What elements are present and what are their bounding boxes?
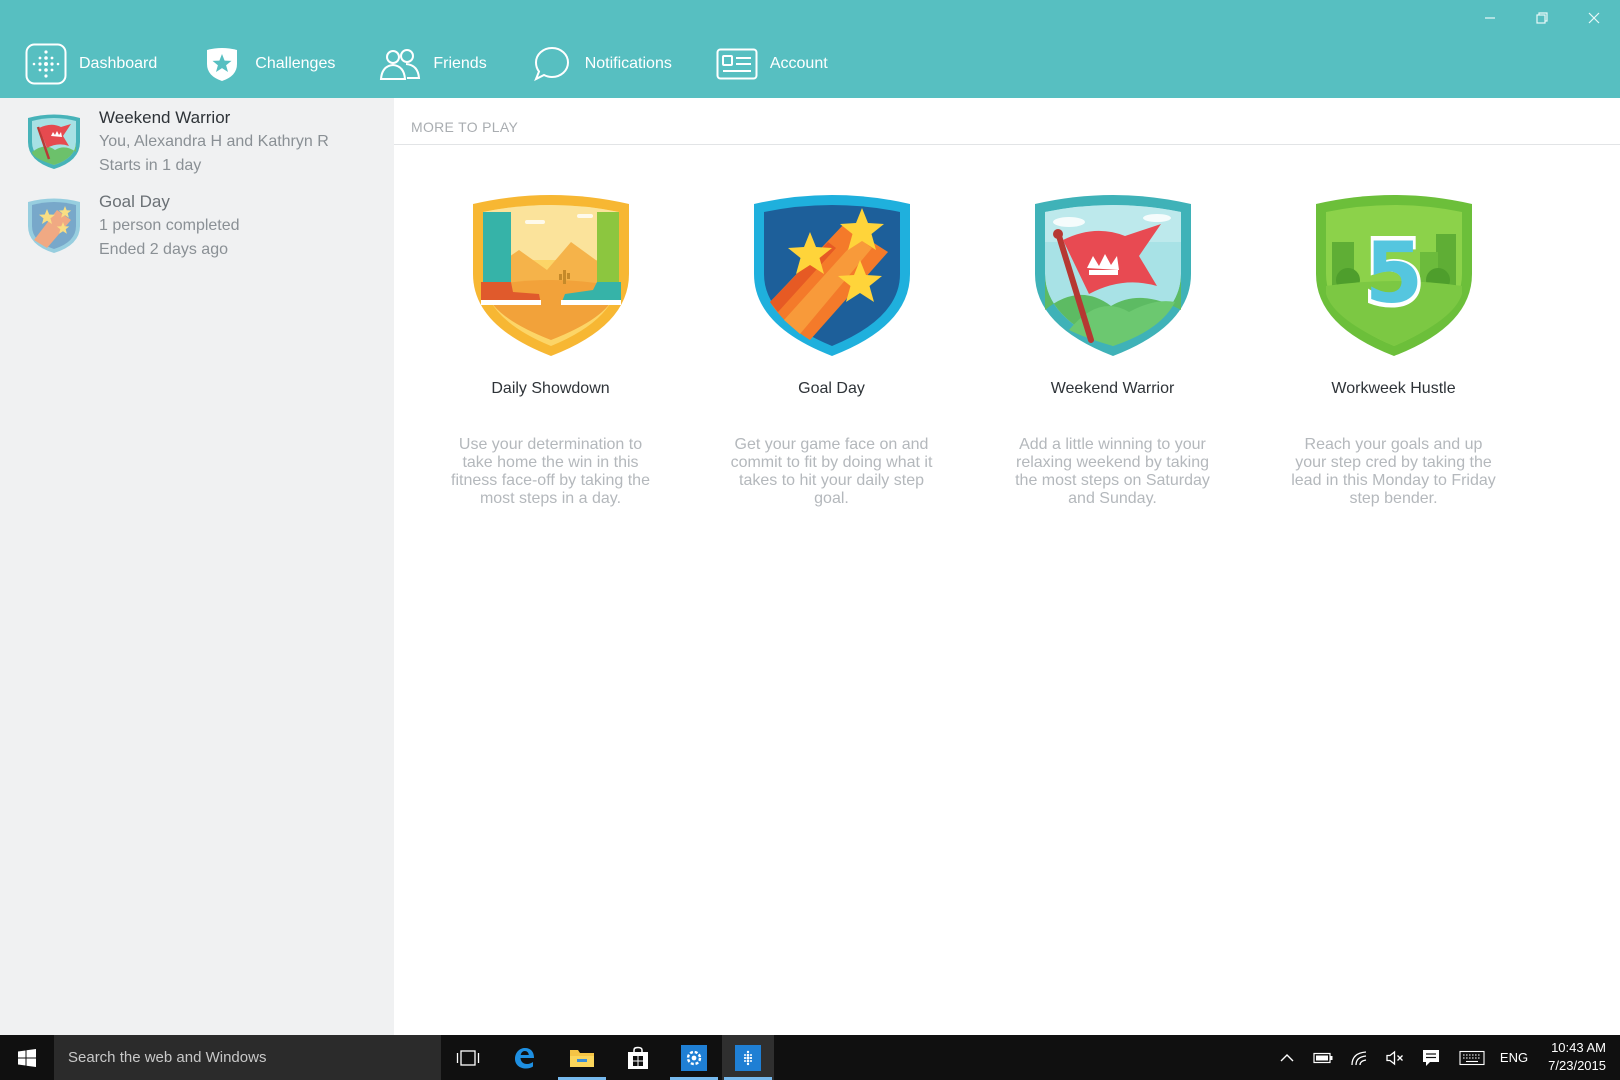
weekend-warrior-badge-icon bbox=[28, 114, 80, 169]
window-controls bbox=[1464, 0, 1620, 36]
challenge-cards: Daily Showdown Use your determination to… bbox=[410, 190, 1534, 508]
sidebar-challenge-item[interactable]: Weekend Warrior You, Alexandra H and Kat… bbox=[0, 98, 394, 178]
windows-taskbar: Search the web and Windows ENG 10:43 AM … bbox=[0, 1035, 1620, 1080]
task-view-icon bbox=[456, 1049, 480, 1066]
sidebar-challenge-participants: 1 person completed bbox=[99, 217, 240, 234]
input-language-button[interactable]: ENG bbox=[1496, 1035, 1532, 1080]
keyboard-icon bbox=[1459, 1050, 1485, 1065]
challenge-card-title: Weekend Warrior bbox=[1050, 380, 1175, 397]
taskbar-clock[interactable]: 10:43 AM 7/23/2015 bbox=[1548, 1039, 1606, 1075]
section-header: MORE TO PLAY bbox=[394, 98, 1620, 145]
minimize-button[interactable] bbox=[1464, 0, 1516, 36]
settings-button[interactable] bbox=[668, 1035, 720, 1080]
chevron-up-icon bbox=[1280, 1053, 1294, 1061]
show-hidden-icons-button[interactable] bbox=[1272, 1035, 1302, 1080]
minimize-icon bbox=[1485, 17, 1495, 19]
challenge-card-goal-day[interactable]: Goal Day Get your game face on and commi… bbox=[691, 190, 972, 508]
sidebar-challenge-text: Goal Day 1 person completed Ended 2 days… bbox=[99, 190, 240, 262]
taskbar-search-box[interactable]: Search the web and Windows bbox=[54, 1035, 441, 1080]
workweek-hustle-badge-icon: 5 5 bbox=[1315, 195, 1472, 356]
challenge-card-weekend-warrior[interactable]: Weekend Warrior Add a little winning to … bbox=[972, 190, 1253, 508]
nav-account[interactable]: Account bbox=[716, 42, 828, 86]
close-button[interactable] bbox=[1568, 0, 1620, 36]
challenge-card-description: Reach your goals and up your step cred b… bbox=[1291, 436, 1496, 507]
close-icon bbox=[1588, 12, 1600, 24]
input-language-label: ENG bbox=[1499, 1050, 1529, 1065]
svg-text:5: 5 bbox=[1364, 224, 1422, 322]
store-bag-icon bbox=[628, 1046, 648, 1069]
task-view-button[interactable] bbox=[442, 1035, 494, 1080]
friends-icon bbox=[379, 43, 421, 85]
challenge-card-title: Daily Showdown bbox=[491, 380, 610, 397]
sidebar-challenge-title: Goal Day bbox=[99, 192, 170, 211]
touch-keyboard-button[interactable] bbox=[1454, 1035, 1490, 1080]
volume-muted-icon bbox=[1386, 1050, 1403, 1065]
battery-icon bbox=[1313, 1052, 1333, 1063]
challenge-card-description: Use your determination to take home the … bbox=[451, 436, 650, 507]
nav-friends-label: Friends bbox=[433, 55, 487, 72]
action-center-button[interactable] bbox=[1416, 1035, 1446, 1080]
fitbit-app-button[interactable] bbox=[722, 1035, 774, 1080]
edge-browser-button[interactable] bbox=[498, 1035, 550, 1080]
app-header: Dashboard Challenges Friends Notificatio… bbox=[0, 0, 1620, 98]
store-button[interactable] bbox=[612, 1035, 664, 1080]
taskbar-search-placeholder: Search the web and Windows bbox=[68, 1049, 267, 1066]
sidebar-challenge-participants: You, Alexandra H and Kathryn R bbox=[99, 133, 329, 150]
nav-friends[interactable]: Friends bbox=[379, 42, 487, 86]
nav-notifications[interactable]: Notifications bbox=[531, 42, 672, 86]
challenge-card-description: Add a little winning to your relaxing we… bbox=[1015, 436, 1210, 507]
sidebar-challenge-status: Ended 2 days ago bbox=[99, 241, 228, 258]
nav-notifications-label: Notifications bbox=[584, 55, 672, 72]
goal-day-badge-icon bbox=[28, 198, 80, 253]
settings-gear-icon bbox=[681, 1044, 707, 1071]
fitbit-app-icon bbox=[735, 1044, 761, 1071]
challenge-card-workweek-hustle[interactable]: 5 5 Workweek Hustle Reach your goals and… bbox=[1253, 190, 1534, 508]
restore-icon bbox=[1536, 12, 1548, 24]
challenge-card-description: Get your game face on and commit to fit … bbox=[730, 436, 933, 507]
file-explorer-icon bbox=[570, 1049, 594, 1067]
nav-account-label: Account bbox=[769, 55, 828, 72]
sidebar-challenge-status: Starts in 1 day bbox=[99, 157, 202, 174]
challenge-sidebar: Weekend Warrior You, Alexandra H and Kat… bbox=[0, 98, 394, 1035]
main-nav: Dashboard Challenges Friends Notificatio… bbox=[25, 42, 872, 86]
nav-challenges-label: Challenges bbox=[255, 55, 336, 72]
battery-button[interactable] bbox=[1308, 1035, 1338, 1080]
challenges-star-badge-icon bbox=[201, 43, 243, 85]
nav-challenges[interactable]: Challenges bbox=[201, 42, 335, 86]
challenge-card-title: Workweek Hustle bbox=[1331, 380, 1456, 397]
goal-day-badge-icon bbox=[753, 195, 910, 356]
sidebar-challenge-title: Weekend Warrior bbox=[99, 108, 231, 127]
nav-dashboard[interactable]: Dashboard bbox=[25, 42, 157, 86]
challenge-card-title: Goal Day bbox=[798, 380, 865, 397]
volume-button[interactable] bbox=[1380, 1035, 1410, 1080]
main-content: MORE TO PLAY Daily Showdown Use your det… bbox=[394, 98, 1620, 1035]
clock-time: 10:43 AM bbox=[1551, 1040, 1606, 1055]
clock-date: 7/23/2015 bbox=[1548, 1058, 1606, 1073]
sidebar-challenge-item[interactable]: Goal Day 1 person completed Ended 2 days… bbox=[0, 182, 394, 262]
restore-button[interactable] bbox=[1516, 0, 1568, 36]
notifications-bubble-icon bbox=[531, 43, 573, 85]
weekend-warrior-badge-icon bbox=[1034, 195, 1191, 356]
network-button[interactable] bbox=[1344, 1035, 1374, 1080]
sidebar-challenge-text: Weekend Warrior You, Alexandra H and Kat… bbox=[99, 106, 329, 178]
challenge-card-daily-showdown[interactable]: Daily Showdown Use your determination to… bbox=[410, 190, 691, 508]
start-button[interactable] bbox=[0, 1035, 54, 1080]
edge-browser-icon bbox=[515, 1047, 534, 1068]
account-card-icon bbox=[716, 43, 758, 85]
action-center-icon bbox=[1423, 1049, 1439, 1066]
dashboard-icon bbox=[25, 43, 67, 85]
section-title: MORE TO PLAY bbox=[411, 119, 519, 135]
windows-logo-icon bbox=[18, 1048, 36, 1067]
daily-showdown-badge-icon bbox=[472, 195, 629, 356]
wifi-icon bbox=[1351, 1050, 1367, 1065]
file-explorer-button[interactable] bbox=[556, 1035, 608, 1080]
nav-dashboard-label: Dashboard bbox=[79, 55, 158, 72]
